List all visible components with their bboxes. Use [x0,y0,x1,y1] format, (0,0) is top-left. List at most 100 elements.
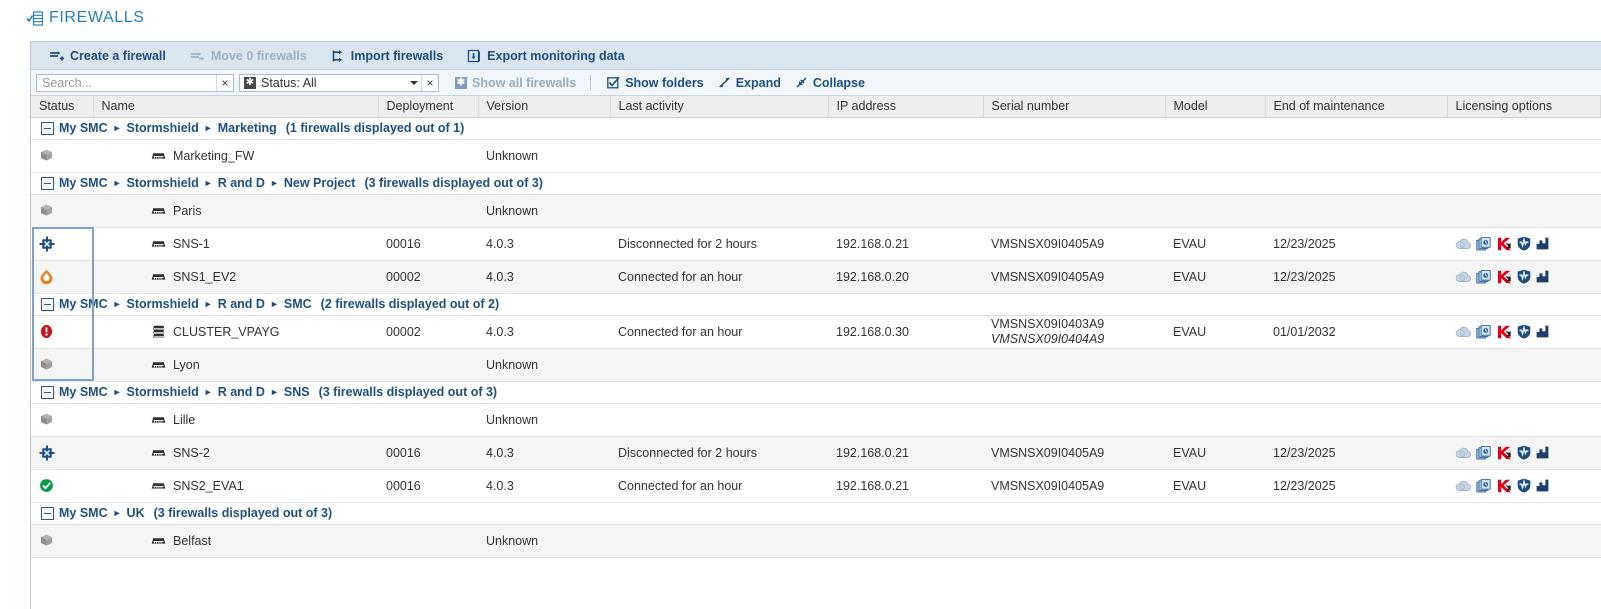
chart-icon[interactable] [1536,270,1552,283]
column-header-version[interactable]: Version [478,96,611,118]
chart-icon[interactable] [1536,479,1552,492]
column-header-last_activity[interactable]: Last activity [610,96,829,118]
cell-last-activity: Disconnected for 2 hours [610,227,828,261]
cloud-icon[interactable] [1455,238,1471,250]
firewall-name[interactable]: SNS-2 [93,446,378,460]
export-monitoring-data-button[interactable]: Export monitoring data [455,43,637,69]
kaspersky-icon[interactable] [1497,270,1512,284]
kaspersky-icon[interactable] [1497,479,1512,493]
firewall-name[interactable]: Paris [93,204,378,218]
cell-model: EVAU [1165,469,1265,503]
firewall-name[interactable]: Belfast [93,534,378,548]
shield-icon[interactable] [1517,445,1531,460]
column-header-deployment[interactable]: Deployment [378,96,479,118]
group-collapse-toggle-icon[interactable] [41,176,54,190]
cloud-icon[interactable] [1455,271,1471,283]
documents-icon[interactable] [1476,269,1492,284]
shield-icon[interactable] [1517,324,1531,339]
table-row[interactable]: Lille Unknown [31,403,1601,437]
table-row[interactable]: CLUSTER_VPAYG 00002 4.0.3 Connected for an … [31,315,1601,349]
firewall-name[interactable]: Lyon [93,358,378,372]
group-header-row[interactable]: My SMC ► Stormshield ► R and D ► SMC (2 firewal… [31,292,1601,316]
documents-icon[interactable] [1476,324,1492,339]
column-header-licensing[interactable]: Licensing options [1447,96,1601,118]
breadcrumb-segment: New Project [283,176,356,190]
table-row[interactable]: SNS-2 00016 4.0.3 Disconnected for 2 hours 1… [31,436,1601,470]
chart-icon[interactable] [1536,446,1552,459]
documents-icon[interactable] [1476,478,1492,493]
cloud-icon[interactable] [1455,447,1471,459]
create-firewall-button[interactable]: Create a firewall [37,43,178,69]
collapse-button[interactable]: Collapse [795,76,865,90]
show-all-firewalls-button[interactable]: ✱ Show all firewalls [455,76,576,90]
cell-name: SNS2_EVA1 [93,469,378,503]
kaspersky-icon[interactable] [1497,237,1512,251]
firewall-name[interactable]: Lille [93,413,378,427]
shield-icon[interactable] [1517,478,1531,493]
column-header-model[interactable]: Model [1165,96,1266,118]
chart-icon[interactable] [1536,325,1552,338]
firewall-name[interactable]: SNS1_EV2 [93,270,378,284]
cloud-icon[interactable] [1455,326,1471,338]
cell-licensing-options [1447,315,1601,349]
status-filter-select[interactable]: ✱ Status: All [240,76,406,90]
cloud-icon[interactable] [1455,480,1471,492]
table-row[interactable]: SNS-1 00016 4.0.3 Disconnected for 2 hours 1… [31,227,1601,261]
documents-icon[interactable] [1476,445,1492,460]
table-row[interactable]: Lyon Unknown [31,348,1601,382]
documents-icon[interactable] [1476,236,1492,251]
group-header-row[interactable]: My SMC ► Stormshield ► Marketing (1 firewalls… [31,116,1601,140]
breadcrumb-segment: My SMC [59,506,108,520]
table-row[interactable]: Belfast Unknown [31,524,1601,558]
group-collapse-toggle-icon[interactable] [41,385,54,399]
group-collapse-toggle-icon[interactable] [41,121,54,135]
column-header-ip[interactable]: IP address [828,96,984,118]
search-clear-button[interactable]: × [216,74,233,91]
table-row[interactable]: SNS2_EVA1 00016 4.0.3 Connected for an hour… [31,469,1601,503]
column-header-name[interactable]: Name [93,96,379,118]
breadcrumb-separator-icon: ► [112,508,122,518]
breadcrumb-segment: SNS [283,385,310,399]
kaspersky-icon[interactable] [1497,325,1512,339]
firewall-device-icon [151,480,166,491]
cell-end-of-maintenance: 12/23/2025 [1265,227,1447,261]
shield-icon[interactable] [1517,236,1531,251]
table-row[interactable]: Marketing_FW Unknown [31,139,1601,173]
kaspersky-icon[interactable] [1497,446,1512,460]
column-header-status[interactable]: Status [31,96,94,118]
expand-button[interactable]: Expand [718,76,781,90]
breadcrumb-separator-icon: ► [112,299,122,309]
import-firewalls-button[interactable]: Import firewalls [319,43,455,69]
status-filter-clear-button[interactable]: × [421,74,438,91]
cell-name: SNS-2 [93,436,378,470]
group-collapse-toggle-icon[interactable] [41,297,54,311]
shield-icon[interactable] [1517,269,1531,284]
column-header-serial[interactable]: Serial number [983,96,1166,118]
cell-ip: 192.168.0.30 [828,315,983,349]
group-header-row[interactable]: My SMC ► Stormshield ► R and D ► SNS (3 firewal… [31,380,1601,404]
firewall-name[interactable]: SNS2_EVA1 [93,479,378,493]
status-filter-dropdown-button[interactable] [406,75,421,91]
table-row[interactable]: Paris Unknown [31,194,1601,228]
chart-icon[interactable] [1536,237,1552,250]
table-row[interactable]: SNS1_EV2 00002 4.0.3 Connected for an hour 1… [31,260,1601,294]
move-firewalls-button[interactable]: Move 0 firewalls [178,43,319,69]
column-header-eom[interactable]: End of maintenance [1265,96,1448,118]
show-folders-button[interactable]: Show folders [607,76,704,90]
breadcrumb-segment: R and D [217,176,265,190]
breadcrumb-segment: Marketing [217,121,277,135]
firewall-name-label: SNS-1 [173,236,210,251]
cell-ip [828,524,983,558]
group-collapse-toggle-icon[interactable] [41,506,54,520]
firewall-name[interactable]: SNS-1 [93,237,378,251]
group-header-row[interactable]: My SMC ► UK (3 firewalls displayed out of 3… [31,501,1601,525]
firewall-name[interactable]: CLUSTER_VPAYG [93,325,378,339]
cell-status [31,194,93,228]
search-input[interactable] [37,73,216,92]
cell-serial [983,348,1165,382]
cell-last-activity: Connected for an hour [610,469,828,503]
group-header-row[interactable]: My SMC ► Stormshield ► R and D ► New Project (3… [31,171,1601,195]
group-count-label: (1 firewalls displayed out of 1) [285,121,465,135]
firewall-name[interactable]: Marketing_FW [93,149,378,163]
unknown-cube-icon [39,203,54,218]
